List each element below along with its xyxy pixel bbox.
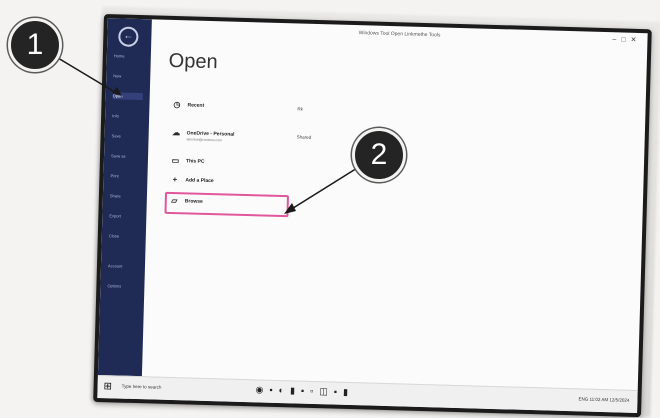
arrow-2-line xyxy=(289,164,363,211)
arrow-1-line xyxy=(57,57,119,95)
annotation-arrows xyxy=(57,57,363,214)
arrow-2-head xyxy=(284,203,296,214)
arrow-1-head xyxy=(112,87,122,96)
callout-2: 2 xyxy=(352,128,406,182)
callout-1: 1 xyxy=(8,18,62,72)
